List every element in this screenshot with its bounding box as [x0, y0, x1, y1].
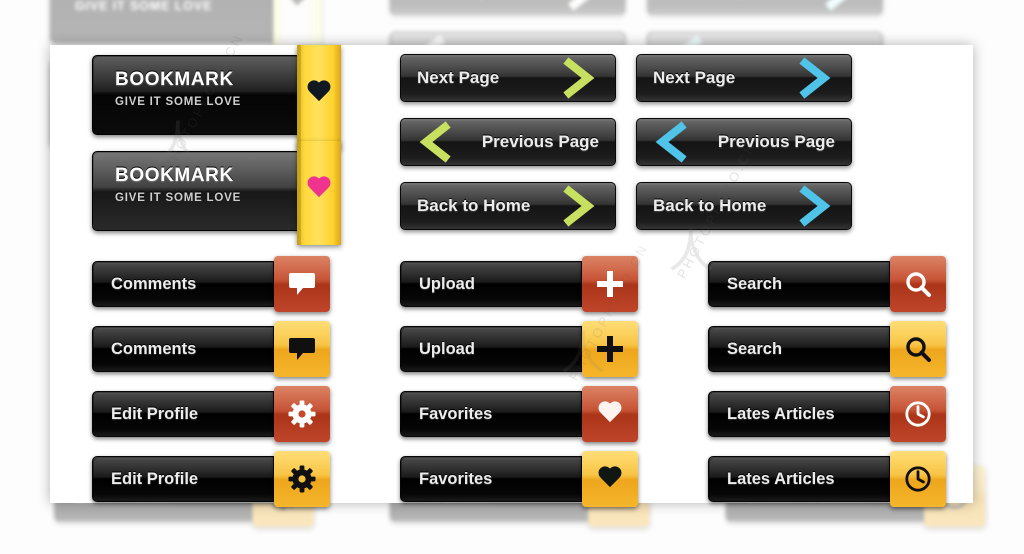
button-body[interactable]: Comments [92, 326, 274, 372]
bookmark-subtitle: GIVE IT SOME LOVE [115, 192, 242, 204]
button-body[interactable]: Lates Articles [708, 391, 890, 437]
heart-icon[interactable] [582, 451, 638, 507]
gear-icon[interactable] [274, 451, 330, 507]
button-body[interactable]: Upload [400, 326, 582, 372]
button-label: Comments [111, 339, 197, 358]
bookmark-body-grey[interactable]: BOOKMARK GIVE IT SOME LOVE [92, 151, 318, 231]
bookmark-body-dark[interactable]: BOOKMARK GIVE IT SOME LOVE [92, 55, 318, 135]
button-label: Lates Articles [727, 404, 835, 423]
button-body[interactable]: Upload [400, 261, 582, 307]
button-body[interactable]: Comments [92, 261, 274, 307]
chevron-right-icon [799, 185, 831, 227]
back-to-home-blue-button[interactable]: Back to Home [636, 182, 852, 230]
button-label: Favorites [419, 469, 493, 488]
search-icon[interactable] [890, 321, 946, 377]
nav-label: Previous Page [717, 132, 835, 151]
button-body[interactable]: Edit Profile [92, 391, 274, 437]
nav-label: Back to Home [417, 196, 531, 215]
bookmark-subtitle: GIVE IT SOME LOVE [115, 96, 242, 108]
clock-icon[interactable] [890, 386, 946, 442]
button-label: Edit Profile [111, 404, 199, 423]
button-body[interactable]: Lates Articles [708, 456, 890, 502]
heart-icon[interactable] [582, 386, 638, 442]
gear-icon[interactable] [274, 386, 330, 442]
button-label: Favorites [419, 404, 493, 423]
button-body[interactable]: Edit Profile [92, 456, 274, 502]
button-label: Search [727, 274, 783, 293]
button-label: Upload [419, 274, 475, 293]
button-body[interactable]: Search [708, 326, 890, 372]
next-page-blue-button[interactable]: Next Page [636, 54, 852, 102]
previous-page-green-button[interactable]: Previous Page [400, 118, 616, 166]
bookmark-title: BOOKMARK [115, 69, 234, 90]
next-page-green-button[interactable]: Next Page [400, 54, 616, 102]
chevron-right-icon [799, 57, 831, 99]
nav-label: Next Page [417, 68, 500, 87]
chevron-right-icon [563, 185, 595, 227]
clock-icon[interactable] [890, 451, 946, 507]
search-icon[interactable] [890, 256, 946, 312]
button-label: Search [727, 339, 783, 358]
chevron-left-icon [419, 121, 451, 163]
button-body[interactable]: Favorites [400, 391, 582, 437]
button-label: Edit Profile [111, 469, 199, 488]
button-body[interactable]: Search [708, 261, 890, 307]
screenshot-stage: BOOKMARK GIVE IT SOME LOVE BOOKMARK GIVE I… [0, 0, 1024, 554]
nav-label: Back to Home [653, 196, 767, 215]
previous-page-blue-button[interactable]: Previous Page [636, 118, 852, 166]
speech-bubble-icon[interactable] [274, 321, 330, 377]
bookmark-title: BOOKMARK [115, 165, 234, 186]
button-label: Upload [419, 339, 475, 358]
chevron-right-icon [563, 57, 595, 99]
speech-bubble-icon[interactable] [274, 256, 330, 312]
plus-icon[interactable] [582, 256, 638, 312]
plus-icon[interactable] [582, 321, 638, 377]
nav-label: Previous Page [481, 132, 599, 151]
nav-label: Next Page [653, 68, 736, 87]
button-label: Lates Articles [727, 469, 835, 488]
foreground-content: BOOKMARK GIVE IT SOME LOVE BOOKMARK GIVE… [0, 0, 1024, 554]
button-body[interactable]: Favorites [400, 456, 582, 502]
button-label: Comments [111, 274, 197, 293]
chevron-left-icon [655, 121, 687, 163]
back-to-home-green-button[interactable]: Back to Home [400, 182, 616, 230]
